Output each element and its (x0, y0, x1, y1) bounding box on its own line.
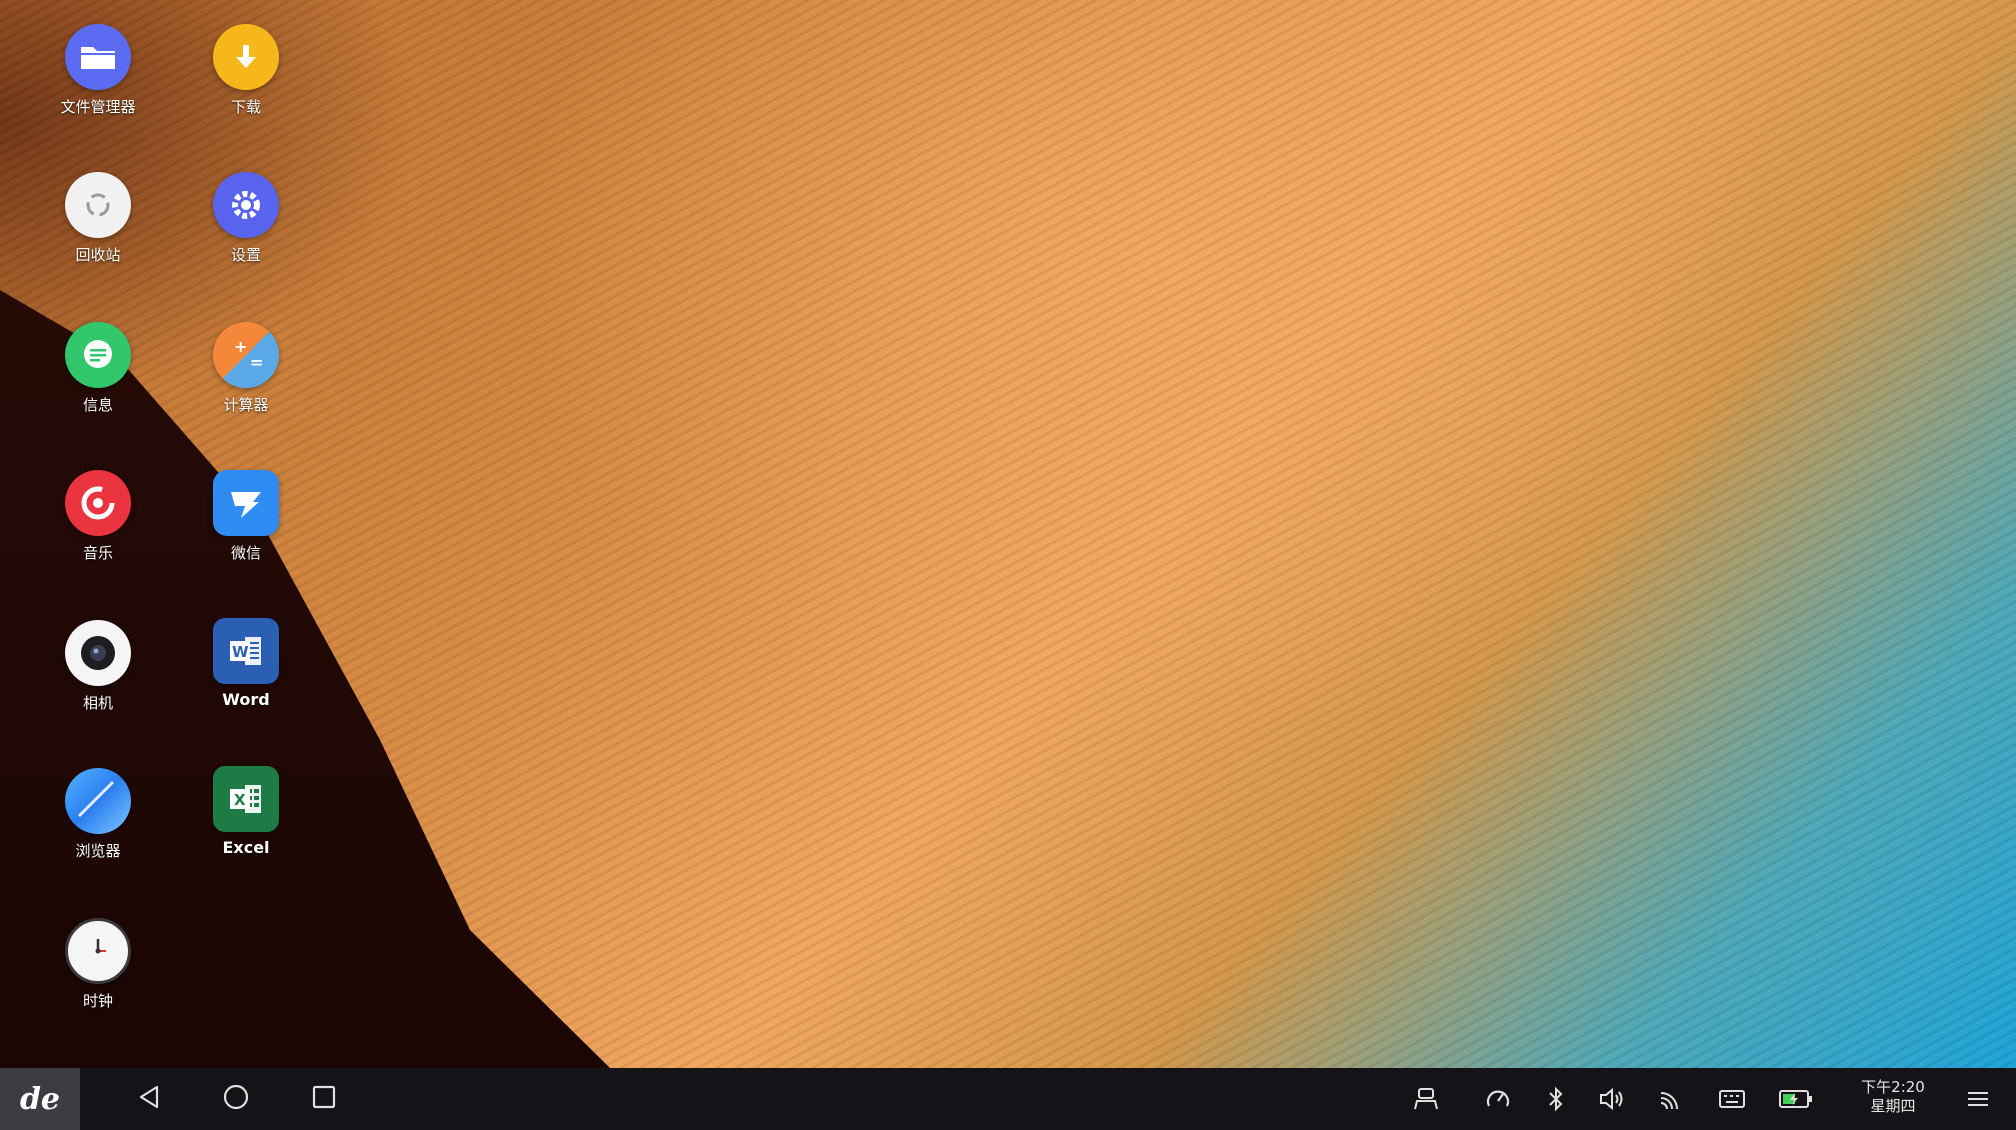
taskbar-clock[interactable]: 下午2:20 星期四 (1848, 1078, 1938, 1116)
browser-icon (65, 768, 131, 834)
keyboard-icon[interactable] (1708, 1068, 1756, 1130)
music-icon (65, 470, 131, 536)
start-button[interactable]: de (0, 1068, 80, 1130)
clock-icon (65, 918, 131, 984)
app-excel[interactable]: X Excel (176, 766, 316, 857)
back-triangle-icon (137, 1084, 163, 1114)
app-label: 下载 (230, 98, 261, 116)
desktop-screen: 文件管理器 回收站 信息 音乐 相机 浏览器 时钟 下载 设置 + = 计算器 … (0, 0, 2016, 1130)
recents-button[interactable] (294, 1068, 354, 1130)
folder-icon (65, 24, 131, 90)
calculator-icon: + = (213, 322, 279, 388)
app-browser[interactable]: 浏览器 (28, 768, 168, 861)
clock-time: 下午2:20 (1861, 1078, 1925, 1096)
app-label: 浏览器 (75, 842, 121, 860)
recycle-bin-icon (65, 172, 131, 238)
app-label: 微信 (230, 544, 261, 562)
user-icon[interactable] (1402, 1068, 1450, 1130)
app-messages[interactable]: 信息 (28, 322, 168, 415)
app-calculator[interactable]: + = 计算器 (176, 322, 316, 415)
bluetooth-icon[interactable] (1532, 1068, 1580, 1130)
battery-icon[interactable] (1772, 1068, 1820, 1130)
app-label: 计算器 (223, 396, 269, 414)
app-label: 信息 (82, 396, 113, 414)
app-label: 时钟 (82, 992, 113, 1010)
app-label: 相机 (82, 694, 113, 712)
gear-icon (213, 172, 279, 238)
home-button[interactable] (206, 1068, 266, 1130)
app-label: 音乐 (82, 544, 113, 562)
app-music[interactable]: 音乐 (28, 470, 168, 563)
download-icon (213, 24, 279, 90)
svg-text:W: W (232, 643, 249, 661)
app-clock[interactable]: 时钟 (28, 918, 168, 1011)
excel-icon: X (213, 766, 279, 832)
recents-square-icon (311, 1084, 337, 1114)
app-label: Word (222, 690, 270, 709)
start-logo: de (19, 1081, 61, 1117)
app-word[interactable]: W Word (176, 618, 316, 709)
clock-weekday: 星期四 (1870, 1097, 1916, 1115)
svg-text:X: X (234, 791, 246, 809)
svg-text:+: + (234, 337, 247, 356)
message-icon (65, 322, 131, 388)
app-file-manager[interactable]: 文件管理器 (28, 24, 168, 117)
word-icon: W (213, 618, 279, 684)
app-label: 回收站 (75, 246, 121, 264)
wireless-icon[interactable] (1646, 1068, 1694, 1130)
app-downloads[interactable]: 下载 (176, 24, 316, 117)
app-settings[interactable]: 设置 (176, 172, 316, 265)
app-camera[interactable]: 相机 (28, 620, 168, 713)
svg-text:=: = (250, 353, 263, 372)
app-recycle-bin[interactable]: 回收站 (28, 172, 168, 265)
volume-icon[interactable] (1588, 1068, 1636, 1130)
menu-icon[interactable] (1954, 1068, 2002, 1130)
app-wechat[interactable]: 微信 (176, 470, 316, 563)
camera-icon (65, 620, 131, 686)
back-button[interactable] (120, 1068, 180, 1130)
speedometer-icon[interactable] (1474, 1068, 1522, 1130)
app-label: 文件管理器 (60, 98, 136, 116)
home-circle-icon (222, 1083, 250, 1115)
wechat-icon (213, 470, 279, 536)
taskbar: de 下午2:20 星期四 (0, 1068, 2016, 1130)
app-label: 设置 (230, 246, 261, 264)
app-label: Excel (222, 838, 270, 857)
